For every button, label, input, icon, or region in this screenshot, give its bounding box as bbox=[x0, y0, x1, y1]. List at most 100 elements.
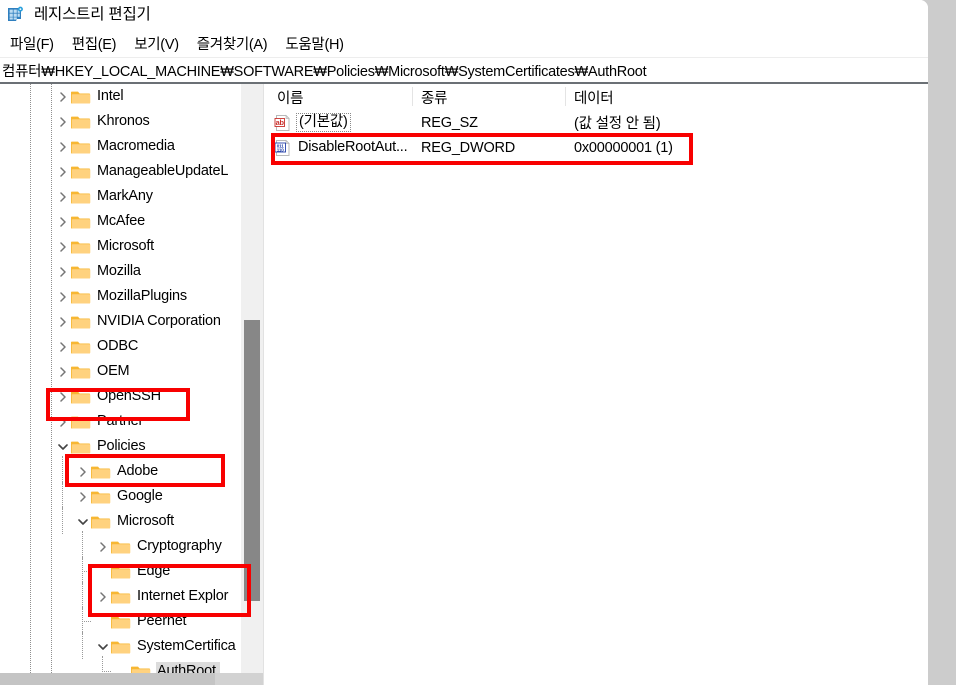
tree-scrollbar-thumb[interactable] bbox=[244, 320, 260, 601]
tree-item-mozillaplugins[interactable]: MozillaPlugins bbox=[0, 284, 241, 309]
tree-item-label: Intel bbox=[97, 87, 124, 104]
menu-file[interactable]: 파일(F) bbox=[1, 30, 63, 58]
tree-item-google[interactable]: Google bbox=[0, 481, 241, 509]
folder-icon bbox=[90, 514, 111, 530]
tree-item-label: Adobe bbox=[117, 462, 158, 479]
folder-icon bbox=[70, 164, 91, 180]
tree-item-adobe[interactable]: Adobe bbox=[0, 456, 241, 484]
reg-dword-icon: 011 110 bbox=[274, 139, 292, 157]
tree-guide-line bbox=[82, 581, 84, 609]
chevron-right-icon[interactable] bbox=[95, 534, 111, 559]
menu-view[interactable]: 보기(V) bbox=[125, 30, 188, 58]
tree-item-cryptography[interactable]: Cryptography bbox=[0, 531, 241, 559]
address-bar[interactable]: 컴퓨터₩HKEY_LOCAL_MACHINE₩SOFTWARE₩Policies… bbox=[0, 58, 928, 82]
chevron-right-icon[interactable] bbox=[55, 284, 71, 309]
chevron-right-icon[interactable] bbox=[55, 409, 71, 434]
chevron-right-icon[interactable] bbox=[55, 134, 71, 159]
registry-editor-window: 레지스트리 편집기 파일(F) 편집(E) 보기(V) 즐겨찾기(A) 도움말(… bbox=[0, 0, 928, 685]
folder-icon bbox=[70, 339, 91, 355]
chevron-right-icon[interactable] bbox=[75, 459, 91, 484]
chevron-right-icon[interactable] bbox=[55, 259, 71, 284]
tree-item-khronos[interactable]: Khronos bbox=[0, 109, 241, 134]
tree-item-oem[interactable]: OEM bbox=[0, 359, 241, 384]
folder-icon bbox=[70, 189, 91, 205]
folder-icon bbox=[70, 414, 91, 430]
chevron-right-icon[interactable] bbox=[55, 84, 71, 109]
registry-values-pane[interactable]: 이름 종류 데이터 ab (기본값) REG_SZ (값 설정 안 됨) 011… bbox=[268, 84, 928, 685]
tree-item-partner[interactable]: Partner bbox=[0, 409, 241, 434]
folder-icon bbox=[70, 364, 91, 380]
tree-item-openssh[interactable]: OpenSSH bbox=[0, 384, 241, 409]
column-header-data[interactable]: 데이터 bbox=[565, 84, 928, 110]
tree-guide-line bbox=[62, 481, 64, 509]
folder-icon bbox=[70, 139, 91, 155]
value-type: REG_SZ bbox=[421, 114, 478, 131]
tree-hscrollbar-thumb[interactable] bbox=[0, 673, 215, 685]
registry-tree-pane[interactable]: Intel Khronos Macromedia ManageableUpdateL M… bbox=[0, 84, 241, 673]
chevron-right-icon[interactable] bbox=[55, 384, 71, 409]
folder-icon bbox=[70, 114, 91, 130]
chevron-right-icon[interactable] bbox=[55, 309, 71, 334]
chevron-right-icon[interactable] bbox=[55, 334, 71, 359]
tree-item-systemcertifica[interactable]: SystemCertifica bbox=[0, 631, 241, 659]
table-row[interactable]: ab (기본값) REG_SZ (값 설정 안 됨) bbox=[268, 110, 928, 135]
tree-item-label: Mozilla bbox=[97, 262, 141, 279]
tree-item-label: Policies bbox=[97, 437, 146, 454]
tree-item-label: NVIDIA Corporation bbox=[97, 312, 221, 329]
tree-item-microsoft[interactable]: Microsoft bbox=[0, 234, 241, 259]
chevron-right-icon[interactable] bbox=[55, 184, 71, 209]
tree-item-odbc[interactable]: ODBC bbox=[0, 334, 241, 359]
chevron-right-icon[interactable] bbox=[95, 584, 111, 609]
chevron-right-icon[interactable] bbox=[55, 359, 71, 384]
tree-guide-rail bbox=[51, 84, 52, 673]
chevron-right-icon[interactable] bbox=[55, 159, 71, 184]
tree-item-label: Peernet bbox=[137, 612, 187, 629]
tree-item-markany[interactable]: MarkAny bbox=[0, 184, 241, 209]
chevron-right-icon[interactable] bbox=[55, 234, 71, 259]
tree-guide-line bbox=[62, 456, 64, 484]
tree-item-mozilla[interactable]: Mozilla bbox=[0, 259, 241, 284]
tree-item-label: OEM bbox=[97, 362, 130, 379]
tree-vertical-scrollbar[interactable] bbox=[241, 84, 263, 673]
tree-item-edge[interactable]: Edge bbox=[0, 556, 241, 584]
menu-edit[interactable]: 편집(E) bbox=[63, 30, 126, 58]
title-bar: 레지스트리 편집기 bbox=[0, 0, 928, 30]
folder-icon bbox=[70, 314, 91, 330]
tree-item-macromedia[interactable]: Macromedia bbox=[0, 134, 241, 159]
tree-guide-line bbox=[82, 531, 84, 559]
folder-icon bbox=[90, 489, 111, 505]
menu-help[interactable]: 도움말(H) bbox=[276, 30, 352, 58]
value-name: (기본값) bbox=[296, 113, 351, 132]
value-name-cell: ab (기본값) bbox=[268, 110, 412, 135]
values-column-header: 이름 종류 데이터 bbox=[268, 84, 928, 110]
window-title: 레지스트리 편집기 bbox=[34, 6, 151, 23]
tree-item-nvidia-corporation[interactable]: NVIDIA Corporation bbox=[0, 309, 241, 334]
tree-item-policies[interactable]: Policies bbox=[0, 434, 241, 459]
menu-favorites[interactable]: 즐겨찾기(A) bbox=[188, 30, 277, 58]
tree-item-intel[interactable]: Intel bbox=[0, 84, 241, 109]
tree-guide-line bbox=[82, 606, 84, 634]
tree-guide-line bbox=[82, 631, 84, 659]
folder-icon bbox=[70, 214, 91, 230]
column-header-type[interactable]: 종류 bbox=[412, 84, 565, 110]
tree-item-label: AuthRoot bbox=[156, 661, 220, 673]
column-header-name[interactable]: 이름 bbox=[268, 84, 412, 110]
chevron-right-icon[interactable] bbox=[55, 209, 71, 234]
tree-item-manageableupdatel[interactable]: ManageableUpdateL bbox=[0, 159, 241, 184]
tree-item-authroot[interactable]: AuthRoot bbox=[0, 656, 241, 673]
value-data: 0x00000001 (1) bbox=[574, 139, 673, 156]
folder-icon bbox=[70, 239, 91, 255]
chevron-right-icon[interactable] bbox=[75, 484, 91, 509]
table-row[interactable]: 011 110 DisableRootAut... REG_DWORD 0x00… bbox=[268, 135, 928, 160]
tree-horizontal-scrollbar[interactable] bbox=[0, 673, 263, 685]
tree-item-peernet[interactable]: Peernet bbox=[0, 606, 241, 634]
tree-item-microsoft[interactable]: Microsoft bbox=[0, 506, 241, 534]
tree-item-mcafee[interactable]: McAfee bbox=[0, 209, 241, 234]
chevron-right-icon[interactable] bbox=[55, 109, 71, 134]
value-type: REG_DWORD bbox=[421, 139, 516, 156]
folder-icon bbox=[70, 289, 91, 305]
tree-item-label: Cryptography bbox=[137, 537, 222, 554]
tree-item-internet-explor[interactable]: Internet Explor bbox=[0, 581, 241, 609]
folder-icon bbox=[110, 614, 131, 630]
